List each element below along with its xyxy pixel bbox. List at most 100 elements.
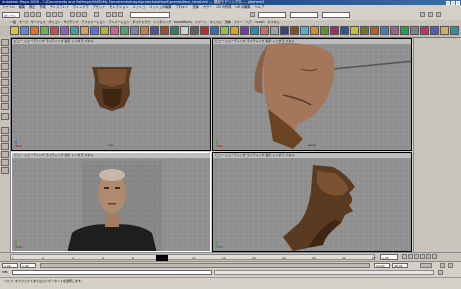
shelf-tool-icon[interactable] — [10, 26, 19, 35]
shelf-tool-icon[interactable] — [80, 26, 89, 35]
menu-set-dropdown[interactable]: ポリゴン — [2, 12, 20, 18]
viewport-front[interactable]: ビュー シェーディング ライティング 表示 レンダラ パネル front — [11, 152, 211, 252]
shelf-tool-icon[interactable] — [250, 26, 259, 35]
shelf-tool-icon[interactable] — [50, 26, 59, 35]
shelf-tool-icon[interactable] — [420, 26, 429, 35]
shelf-tool-icon[interactable] — [300, 26, 309, 35]
paint-select-tool-icon[interactable] — [1, 55, 9, 62]
viewport-persp[interactable]: ビュー シェーディング ライティング 表示 レンダラ パネル persp — [212, 38, 412, 151]
x-field-icon[interactable] — [250, 12, 255, 17]
tool-settings-icon[interactable] — [436, 12, 441, 17]
channel-box-panel[interactable] — [413, 38, 461, 252]
model-front-view[interactable] — [12, 153, 211, 252]
scale-tool-icon[interactable] — [1, 79, 9, 86]
model-persp-view[interactable] — [213, 39, 412, 151]
cmd-language-label[interactable]: MEL — [2, 270, 8, 275]
shelf-tool-icon[interactable] — [90, 26, 99, 35]
shelf-tool-icon[interactable] — [130, 26, 139, 35]
shelf-tool-icon[interactable] — [380, 26, 389, 35]
select-component-icon[interactable] — [58, 12, 63, 17]
select-hierarchy-icon[interactable] — [46, 12, 51, 17]
shelf-tool-icon[interactable] — [350, 26, 359, 35]
snap-grid-icon[interactable] — [70, 12, 75, 17]
shelf-tool-icon[interactable] — [410, 26, 419, 35]
auto-key-icon[interactable] — [440, 263, 445, 268]
snap-curve-icon[interactable] — [76, 12, 81, 17]
shelf-tool-icon[interactable] — [180, 26, 189, 35]
script-editor-icon[interactable] — [438, 270, 443, 275]
show-manipulator-icon[interactable] — [1, 103, 9, 110]
shelf-tool-icon[interactable] — [230, 26, 239, 35]
shelf-tool-icon[interactable] — [390, 26, 399, 35]
animation-prefs-icon[interactable] — [448, 263, 453, 268]
hypershade-layout-icon[interactable] — [1, 159, 9, 166]
shelf-tool-icon[interactable] — [30, 26, 39, 35]
shelf-tool-icon[interactable] — [100, 26, 109, 35]
range-start-field[interactable]: 1.00 — [20, 263, 36, 268]
shelf-tool-icon[interactable] — [440, 26, 449, 35]
snap-point-icon[interactable] — [82, 12, 87, 17]
shelf-tool-icon[interactable] — [120, 26, 129, 35]
last-tool-icon[interactable] — [1, 113, 9, 120]
y-field[interactable] — [290, 12, 318, 18]
shelf-tool-icon[interactable] — [70, 26, 79, 35]
shelf-tool-icon[interactable] — [220, 26, 229, 35]
shelf-tool-icon[interactable] — [370, 26, 379, 35]
anim-end-field[interactable]: 48.00 — [392, 263, 408, 268]
viewport-side[interactable]: ビュー シェーディング ライティング 表示 レンダラ パネル side — [212, 152, 412, 252]
shelf-tool-icon[interactable] — [360, 26, 369, 35]
shelf-tool-icon[interactable] — [160, 26, 169, 35]
persp-outliner-layout-icon[interactable] — [1, 143, 9, 150]
maximize-button[interactable] — [451, 0, 455, 5]
shelf-tool-icon[interactable] — [110, 26, 119, 35]
attribute-editor-icon[interactable] — [428, 12, 433, 17]
anim-start-field[interactable]: 1.00 — [2, 263, 18, 268]
input-field[interactable] — [130, 12, 170, 18]
rotate-tool-icon[interactable] — [1, 71, 9, 78]
step-forward-icon[interactable] — [426, 254, 431, 259]
manipulator-tool-icon[interactable] — [1, 87, 9, 94]
current-frame-field[interactable]: 1.00 — [380, 254, 398, 260]
z-field[interactable] — [322, 12, 350, 18]
shelf-tool-icon[interactable] — [210, 26, 219, 35]
shelf-tool-icon[interactable] — [40, 26, 49, 35]
range-end-field[interactable]: 24.00 — [374, 263, 390, 268]
shelf-tool-icon[interactable] — [450, 26, 459, 35]
minimize-button[interactable] — [446, 0, 450, 5]
x-field[interactable] — [258, 12, 286, 18]
shelf-tool-icon[interactable] — [60, 26, 69, 35]
range-slider[interactable] — [40, 263, 370, 268]
play-backward-icon[interactable] — [414, 254, 419, 259]
go-to-start-icon[interactable] — [402, 254, 407, 259]
shelf-tool-icon[interactable] — [150, 26, 159, 35]
shelf-tool-icon[interactable] — [140, 26, 149, 35]
shelf-tool-icon[interactable] — [270, 26, 279, 35]
new-scene-icon[interactable] — [24, 12, 29, 17]
soft-mod-tool-icon[interactable] — [1, 95, 9, 102]
shelf-tool-icon[interactable] — [170, 26, 179, 35]
lasso-tool-icon[interactable] — [1, 47, 9, 54]
model-side-view[interactable] — [213, 153, 412, 252]
play-forward-icon[interactable] — [420, 254, 425, 259]
go-to-end-icon[interactable] — [432, 254, 437, 259]
four-pane-layout-icon[interactable] — [1, 135, 9, 142]
shelf-tool-icon[interactable] — [310, 26, 319, 35]
step-back-icon[interactable] — [408, 254, 413, 259]
select-object-icon[interactable] — [52, 12, 57, 17]
shelf-tool-icon[interactable] — [190, 26, 199, 35]
render-icon[interactable] — [106, 12, 111, 17]
shelf-tool-icon[interactable] — [280, 26, 289, 35]
shelf-tool-icon[interactable] — [240, 26, 249, 35]
character-set-dropdown[interactable] — [420, 263, 432, 268]
model-top-view[interactable] — [12, 39, 211, 151]
persp-graph-layout-icon[interactable] — [1, 151, 9, 158]
viewport-top[interactable]: ビュー シェーディング ライティング 表示 レンダラ パネル top — [11, 38, 211, 151]
render-settings-icon[interactable] — [118, 12, 123, 17]
ipr-render-icon[interactable] — [112, 12, 117, 17]
single-pane-layout-icon[interactable] — [1, 127, 9, 134]
shelf-tool-icon[interactable] — [340, 26, 349, 35]
shelf-tool-icon[interactable] — [400, 26, 409, 35]
select-tool-icon[interactable] — [1, 39, 9, 46]
shelf-tool-icon[interactable] — [200, 26, 209, 35]
shelf-tool-icon[interactable] — [290, 26, 299, 35]
